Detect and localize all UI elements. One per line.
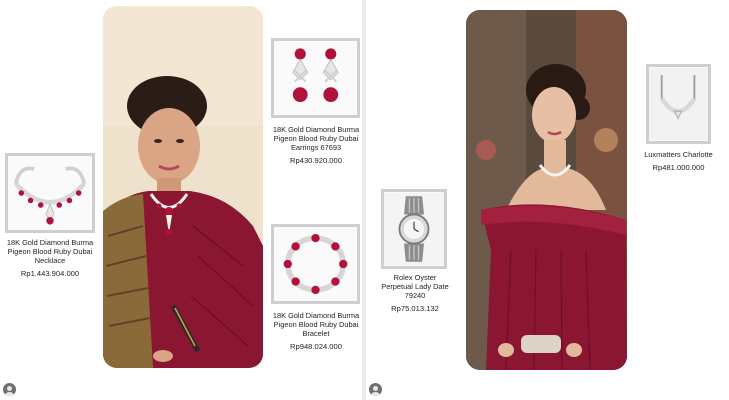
product-price: Rp1.443.904.000 <box>20 269 80 278</box>
product-thumb-necklace[interactable] <box>5 153 95 233</box>
product-caption-earrings[interactable]: 18K Gold Diamond Burma Pigeon Blood Ruby… <box>270 125 362 165</box>
product-name: 18K Gold Diamond Burma Pigeon Blood Ruby… <box>272 125 360 152</box>
user-avatar-icon[interactable] <box>3 383 16 396</box>
product-name: Rolex Oyster Perpetual Lady Date 79240 <box>381 273 449 300</box>
product-price: Rp430.920.000 <box>290 156 342 165</box>
product-caption-necklace[interactable]: 18K Gold Diamond Burma Pigeon Blood Ruby… <box>4 238 96 278</box>
post-right: Luxmatters Charlotte Rp481.000.000 Rolex… <box>366 0 729 400</box>
product-caption-rolex[interactable]: Rolex Oyster Perpetual Lady Date 79240 R… <box>379 273 451 313</box>
user-avatar-icon[interactable] <box>369 383 382 396</box>
product-caption-bracelet[interactable]: 18K Gold Diamond Burma Pigeon Blood Ruby… <box>270 311 362 351</box>
product-name: Luxmatters Charlotte <box>644 150 713 159</box>
product-thumb-diamond-necklace[interactable] <box>646 64 711 144</box>
product-thumb-bracelet[interactable] <box>271 224 360 304</box>
product-price: Rp75.013.132 <box>391 304 439 313</box>
post-photo-woman-in-red-gown[interactable] <box>466 10 627 370</box>
product-thumb-watch[interactable] <box>381 189 447 269</box>
product-price: Rp481.000.000 <box>652 163 705 172</box>
product-name: 18K Gold Diamond Burma Pigeon Blood Ruby… <box>6 238 94 265</box>
product-name: 18K Gold Diamond Burma Pigeon Blood Ruby… <box>272 311 360 338</box>
product-caption-charlotte[interactable]: Luxmatters Charlotte Rp481.000.000 <box>636 150 721 172</box>
post-left: 18K Gold Diamond Burma Pigeon Blood Ruby… <box>0 0 362 400</box>
product-thumb-earrings[interactable] <box>271 38 360 118</box>
product-price: Rp948.024.000 <box>290 342 342 351</box>
post-photo-woman-in-red-kebaya[interactable] <box>103 6 263 368</box>
